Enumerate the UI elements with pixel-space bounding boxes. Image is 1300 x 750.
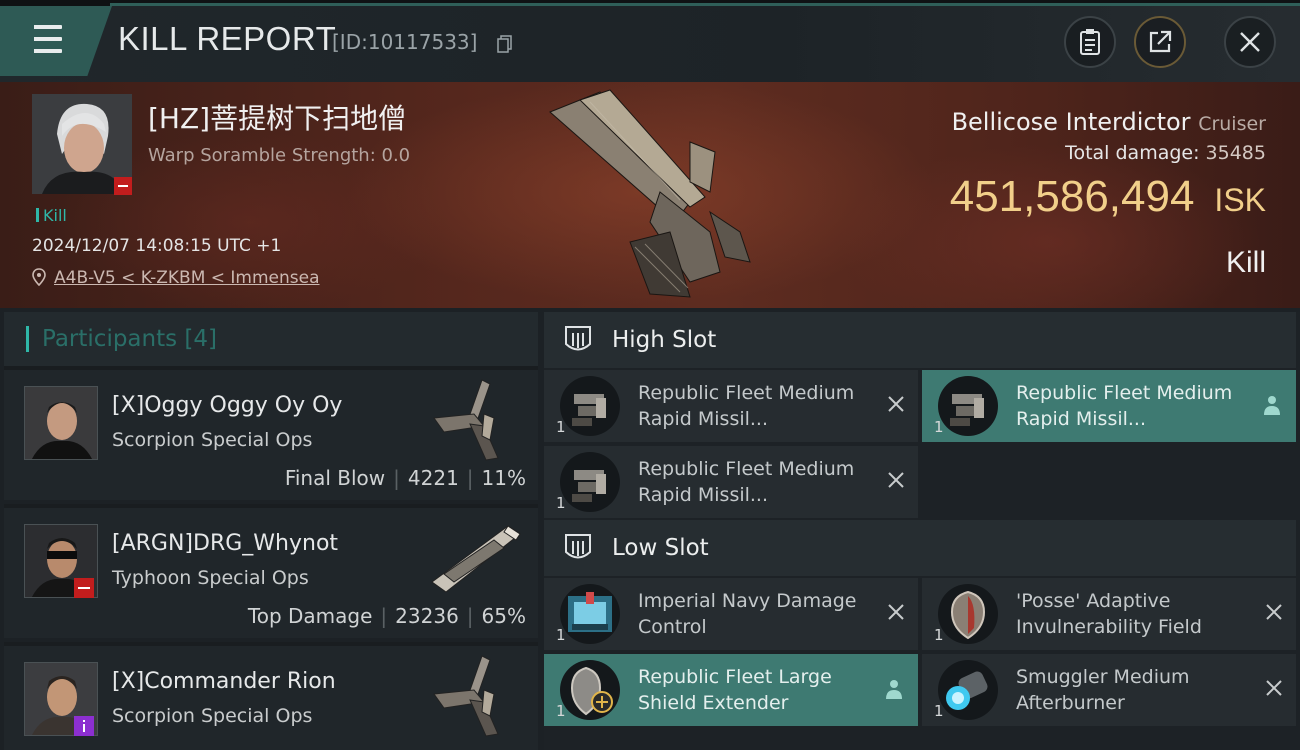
module-item[interactable]: 1 Republic Fleet Medium Rapid Missil... <box>922 370 1296 442</box>
high-slot-header: High Slot <box>544 312 1296 368</box>
module-name: Republic Fleet Medium Rapid Missil... <box>638 458 855 506</box>
module-item[interactable]: 1 Republic Fleet Medium Rapid Missil... <box>544 370 918 442</box>
destroyed-icon <box>1266 680 1282 696</box>
missile-launcher-icon <box>938 376 998 436</box>
location-pin-icon <box>32 268 46 286</box>
participant-ship: Scorpion Special Ops <box>112 429 313 451</box>
module-name: Imperial Navy Damage Control <box>638 590 857 638</box>
shield-extender-icon <box>560 660 620 720</box>
participant-row[interactable]: [ARGN]DRG_Whynot Typhoon Special Ops Top… <box>4 504 538 638</box>
module-name: Republic Fleet Medium Rapid Missil... <box>1016 382 1233 430</box>
participant-ship-render <box>433 655 499 737</box>
location-link[interactable]: A4B-V5 < K-ZKBM < Immensea <box>54 268 320 288</box>
destroyed-icon <box>888 396 904 412</box>
low-slot-header: Low Slot <box>544 520 1296 576</box>
victim-ship-render <box>549 89 751 298</box>
participants-title: Participants [4] <box>42 326 218 352</box>
close-button[interactable] <box>1224 16 1276 68</box>
module-quantity: 1 <box>556 494 566 512</box>
participant-role: Final Blow <box>284 466 386 490</box>
high-slot-icon <box>565 326 591 351</box>
module-quantity: 1 <box>934 418 944 436</box>
destroyed-icon <box>888 604 904 620</box>
module-item[interactable]: 1 'Posse' Adaptive Invulnerability Field <box>922 578 1296 650</box>
dropped-person-icon <box>1264 396 1280 415</box>
participant-damage: 23236 <box>395 604 459 628</box>
participant-avatar <box>24 386 98 460</box>
participant-percent: 11% <box>481 466 526 490</box>
warp-scramble-strength: Warp Soramble Strength: 0.0 <box>148 145 411 166</box>
missile-launcher-icon <box>560 376 620 436</box>
share-icon <box>1149 30 1172 53</box>
kill-result: Kill <box>1225 246 1266 279</box>
isk-amount: 451,586,494 <box>949 172 1195 221</box>
module-item[interactable]: 1 Republic Fleet Large Shield Extender <box>544 654 918 726</box>
module-quantity: 1 <box>556 702 566 720</box>
participant-percent: 65% <box>481 604 526 628</box>
close-icon <box>1240 32 1260 52</box>
module-item[interactable]: 1 Imperial Navy Damage Control <box>544 578 918 650</box>
kill-tag: Kill <box>36 206 67 225</box>
participant-role: Top Damage <box>247 604 373 628</box>
victim-ship-class: Cruiser <box>1198 113 1266 135</box>
report-id: [ID:10117533] <box>332 30 478 54</box>
participant-ship-render <box>431 525 521 593</box>
isk-value: 451,586,494 ISK <box>950 172 1266 222</box>
module-name: 'Posse' Adaptive Invulnerability Field <box>1016 590 1202 638</box>
module-item[interactable]: 1 Republic Fleet Medium Rapid Missil... <box>544 446 918 518</box>
participant-name: [X]Commander Rion <box>112 669 336 694</box>
participant-ship: Typhoon Special Ops <box>112 567 309 589</box>
module-name: Smuggler Medium Afterburner <box>1016 666 1190 714</box>
participants-accent <box>26 326 29 352</box>
participant-stats: Final Blow | 4221 | 11% <box>284 466 526 490</box>
dropped-person-icon <box>886 680 902 699</box>
participant-name: [ARGN]DRG_Whynot <box>112 531 339 556</box>
victim-name[interactable]: [HZ]菩提树下扫地僧 <box>148 97 406 137</box>
total-damage-label: Total damage: <box>1065 142 1200 164</box>
victim-ship[interactable]: Bellicose Interdictor Cruiser <box>952 108 1266 136</box>
participant-row[interactable]: [X]Oggy Oggy Oy Oy Scorpion Special Ops … <box>4 366 538 500</box>
total-damage-value: 35485 <box>1205 142 1266 164</box>
victim-standing-badge <box>114 177 132 195</box>
missile-launcher-icon <box>560 452 620 512</box>
participant-name: [X]Oggy Oggy Oy Oy <box>112 393 343 418</box>
destroyed-icon <box>1266 604 1282 620</box>
participant-ship-render <box>433 379 499 461</box>
high-slot-label: High Slot <box>612 327 717 353</box>
kill-timestamp: 2024/12/07 14:08:15 UTC +1 <box>32 236 282 256</box>
module-quantity: 1 <box>934 626 944 644</box>
low-slot-icon <box>565 534 591 559</box>
participant-row[interactable]: [X]Commander Rion Scorpion Special Ops <box>4 642 538 750</box>
module-quantity: 1 <box>556 418 566 436</box>
copy-icon[interactable] <box>497 35 513 53</box>
module-quantity: 1 <box>556 626 566 644</box>
module-name: Republic Fleet Large Shield Extender <box>638 666 832 714</box>
destroyed-icon <box>888 472 904 488</box>
low-slot-label: Low Slot <box>612 535 709 561</box>
invulnerability-field-icon <box>938 584 998 644</box>
clipboard-icon <box>1080 29 1100 55</box>
isk-unit: ISK <box>1214 182 1266 218</box>
module-name: Republic Fleet Medium Rapid Missil... <box>638 382 855 430</box>
participants-header[interactable]: Participants [4] <box>4 312 538 368</box>
participant-ship: Scorpion Special Ops <box>112 705 313 727</box>
module-quantity: 1 <box>934 702 944 720</box>
participant-damage: 4221 <box>407 466 459 490</box>
module-item[interactable]: 1 Smuggler Medium Afterburner <box>922 654 1296 726</box>
damage-control-icon <box>560 584 620 644</box>
afterburner-icon <box>938 660 998 720</box>
share-button[interactable] <box>1134 16 1186 68</box>
participant-stats: Top Damage | 23236 | 65% <box>247 604 526 628</box>
participant-standing-badge <box>74 578 94 598</box>
clipboard-button[interactable] <box>1064 16 1116 68</box>
participant-info-badge <box>74 716 94 736</box>
page-title: KILL REPORT <box>118 20 337 57</box>
victim-ship-name: Bellicose Interdictor <box>951 108 1191 136</box>
total-damage: Total damage: 35485 <box>1065 142 1266 164</box>
